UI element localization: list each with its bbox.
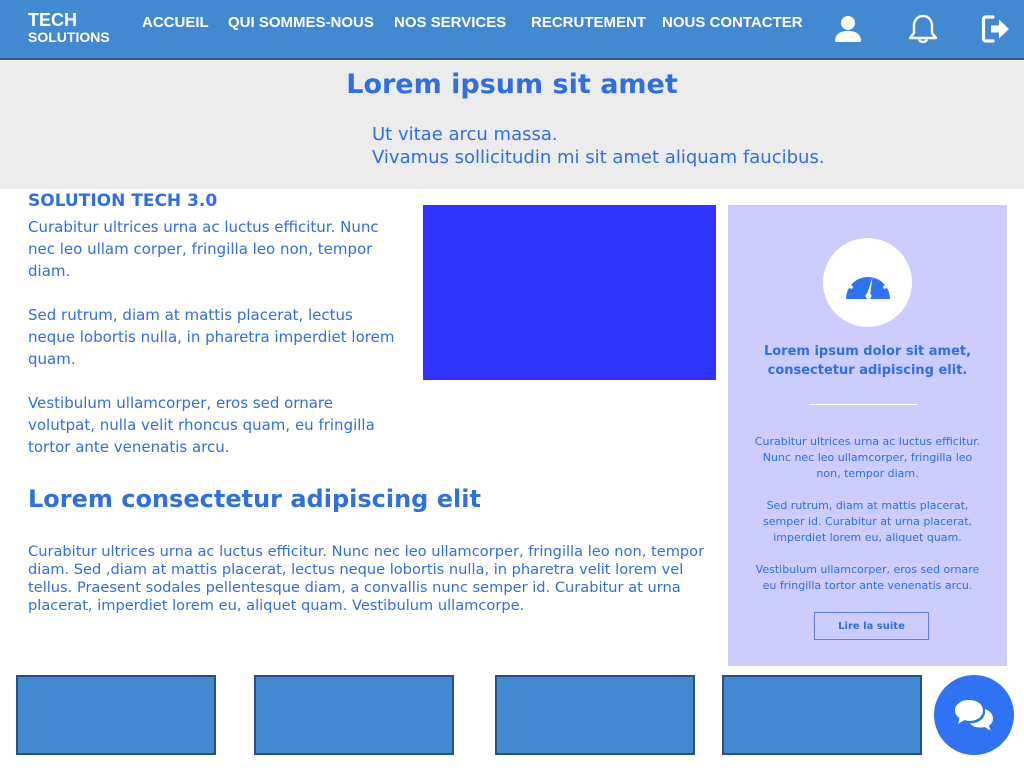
hero-title: Lorem ipsum sit amet [346,69,678,100]
hero-subtitle-line-2: Vivamus sollicitudin mi sit amet aliquam… [372,147,825,168]
feature-tile-3[interactable] [495,675,695,755]
gauge-icon-badge [823,238,912,327]
feature-tile-2[interactable] [254,675,454,755]
solution-paragraph-2: Sed rutrum, diam at mattis placerat, lec… [28,306,395,368]
card-divider [809,404,917,405]
section-text: Curabitur ultrices urna ac luctus effici… [28,543,705,614]
card-paragraph-1: Curabitur ultrices urna ac luctus effici… [754,435,981,480]
hero-banner: Lorem ipsum sit amet Ut vitae arcu massa… [0,61,1024,189]
media-placeholder [423,205,716,380]
chat-bubbles-icon [955,700,993,731]
section-title: Lorem consectetur adipiscing elit [28,485,481,513]
nav-home[interactable]: ACCUEIL [142,14,209,31]
nav-contact[interactable]: NOUS CONTACTER [662,14,803,31]
top-navbar: TECH SOLUTIONS ACCUEIL QUI SOMMES-NOUS N… [0,0,1024,60]
brand-line-2: SOLUTIONS [28,29,110,45]
user-icon[interactable] [831,12,865,46]
solution-paragraph-1: Curabitur ultrices urna ac luctus effici… [28,218,379,280]
card-title: Lorem ipsum dolor sit amet, consectetur … [763,344,972,378]
card-text: Curabitur ultrices urna ac luctus effici… [750,434,985,610]
solution-title: SOLUTION TECH 3.0 [28,191,218,211]
chat-button[interactable] [934,675,1014,755]
read-more-button[interactable]: Lire la suite [814,612,929,640]
gauge-icon [845,267,890,299]
nav-about[interactable]: QUI SOMMES-NOUS [228,14,374,31]
info-card: Lorem ipsum dolor sit amet, consectetur … [728,205,1007,666]
logout-icon[interactable] [979,12,1013,46]
card-paragraph-2: Sed rutrum, diam at mattis placerat, sem… [763,499,972,544]
nav-careers[interactable]: RECRUTEMENT [531,14,646,31]
feature-tile-1[interactable] [16,675,216,755]
nav-services[interactable]: NOS SERVICES [394,14,506,31]
hero-subtitle: Ut vitae arcu massa. Vivamus sollicitudi… [372,123,825,169]
brand-logo[interactable]: TECH SOLUTIONS [28,11,110,45]
card-paragraph-3: Vestibulum ullamcorper, eros sed ornare … [755,563,980,592]
brand-line-1: TECH [28,10,77,30]
feature-tile-4[interactable] [722,675,922,755]
solution-paragraph-3: Vestibulum ullamcorper, eros sed ornare … [28,394,375,456]
solution-text: Curabitur ultrices urna ac luctus effici… [28,216,403,480]
bell-icon[interactable] [906,12,940,46]
hero-subtitle-line-1: Ut vitae arcu massa. [372,124,558,145]
